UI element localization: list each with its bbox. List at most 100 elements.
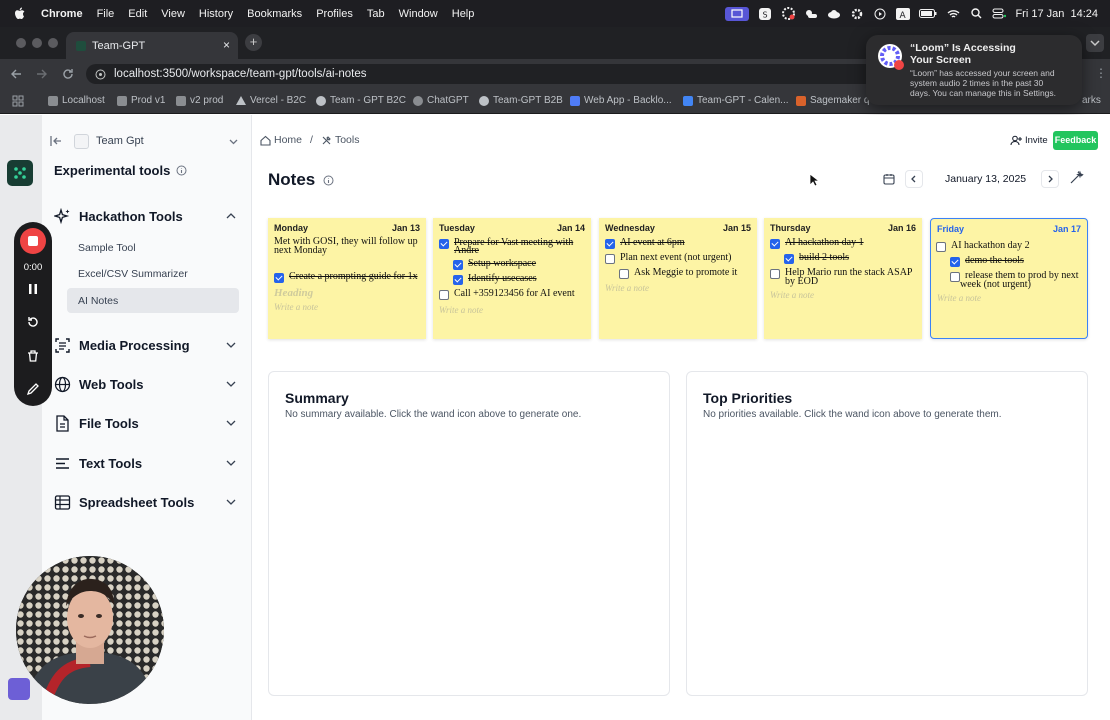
todo-item[interactable]: Call +359123456 for AI event [439,289,585,300]
browser-tab-team-gpt[interactable]: Team-GPT × [66,32,238,59]
menu-window[interactable]: Window [399,8,438,20]
workspace-selector[interactable]: Team Gpt [74,133,244,149]
note-placeholder[interactable]: Write a note [605,283,649,293]
bookmark-localhost[interactable]: Localhost [48,95,105,106]
forward-icon[interactable] [36,68,48,80]
day-note-monday[interactable]: Monday Jan 13 Met with GOSI, they will f… [268,218,426,339]
info-icon[interactable] [176,165,187,176]
group-spreadsheet-tools[interactable]: Spreadsheet Tools [54,493,250,511]
menubar-clock[interactable]: Fri 17 Jan 14:24 [1015,8,1098,20]
note-placeholder[interactable]: Write a note [770,290,814,300]
control-center-icon[interactable] [992,7,1007,21]
checkbox-checked[interactable] [784,254,794,264]
screen-share-icon[interactable] [725,6,750,21]
bookmark-team-gpt-calendar[interactable]: Team-GPT - Calen... [683,95,789,106]
checkbox-unchecked[interactable] [950,272,960,282]
wifi-icon[interactable] [946,7,960,21]
checkbox-checked[interactable] [274,273,284,283]
checkbox-checked[interactable] [605,239,615,249]
sidebar-item-sample-tool[interactable]: Sample Tool [78,242,136,254]
sidebar-item-excel-csv-summarizer[interactable]: Excel/CSV Summarizer [78,268,188,280]
menu-bookmarks[interactable]: Bookmarks [247,8,302,20]
trash-icon[interactable] [26,349,40,363]
breadcrumb-tools[interactable]: Tools [335,134,360,146]
play-icon[interactable] [873,7,887,21]
calendar-icon[interactable] [883,173,895,185]
magic-wand-button[interactable] [1068,170,1086,188]
team-gpt-logo[interactable] [7,160,33,186]
checkbox-unchecked[interactable] [439,290,449,300]
day-note-tuesday[interactable]: Tuesday Jan 14 Prepare for Vast meeting … [433,218,591,339]
todo-subitem[interactable]: Ask Meggie to promote it [619,268,765,279]
group-file-tools[interactable]: File Tools [54,414,250,432]
group-web-tools[interactable]: Web Tools [54,375,250,393]
checkbox-checked[interactable] [453,260,463,270]
pause-icon[interactable] [27,283,39,295]
todo-subitem[interactable]: demo the tools [950,256,1096,267]
menu-app-chrome[interactable]: Chrome [41,8,83,20]
back-icon[interactable] [10,68,22,80]
note-text[interactable]: next Monday [274,246,420,256]
todo-item[interactable]: AI event at 6pm [605,238,751,249]
loom-icon[interactable] [781,7,795,21]
checkbox-checked[interactable] [770,239,780,249]
checkbox-checked[interactable] [453,275,463,285]
todo-subitem[interactable]: Setup workspace [453,259,599,270]
keyboard-input-icon[interactable]: A [896,7,911,21]
bookmark-vercel-b2c[interactable]: Vercel - B2C [236,95,306,106]
todo-item[interactable]: AI hackathon day 2 [936,241,1082,252]
menu-view[interactable]: View [161,8,185,20]
stop-recording-button[interactable] [20,228,46,254]
invite-button[interactable]: Invite [1006,131,1052,150]
next-week-button[interactable] [1041,170,1059,188]
extensions-menu-icon[interactable]: ⋮ [1095,66,1107,80]
weather-icon[interactable] [804,7,818,21]
bookmark-sagemaker[interactable]: Sagemaker q [796,95,869,106]
breadcrumb-home[interactable]: Home [274,134,302,146]
loom-screen-access-notification[interactable]: “Loom” Is Accessing Your Screen “Loom” h… [866,35,1082,105]
menu-tab[interactable]: Tab [367,8,385,20]
info-icon[interactable] [323,175,334,186]
todo-subitem[interactable]: build 2 tools [784,253,930,264]
user-avatar[interactable] [8,678,30,700]
group-media-processing[interactable]: Media Processing [54,336,250,354]
checkbox-unchecked[interactable] [770,269,780,279]
draw-pen-icon[interactable] [26,382,40,396]
day-note-thursday[interactable]: Thursday Jan 16 AI hackathon day 1 build… [764,218,922,339]
menu-history[interactable]: History [199,8,233,20]
collapse-sidebar-icon[interactable] [50,135,62,147]
url-text[interactable]: localhost:3500/workspace/team-gpt/tools/… [114,68,367,80]
new-tab-button[interactable]: + [245,34,262,51]
previous-week-button[interactable] [905,170,923,188]
checkbox-checked[interactable] [439,239,449,249]
day-note-friday[interactable]: Friday Jan 17 AI hackathon day 2 demo th… [930,218,1088,339]
todo-item[interactable]: Plan next event (not urgent) [605,253,751,264]
apple-icon[interactable] [14,7,25,20]
restart-icon[interactable] [26,315,40,329]
checkbox-unchecked[interactable] [619,269,629,279]
apps-grid-icon[interactable] [12,95,24,107]
address-bar[interactable]: localhost:3500/workspace/team-gpt/tools/… [86,64,886,84]
menu-help[interactable]: Help [452,8,475,20]
window-zoom-button[interactable] [48,38,58,48]
checkbox-checked[interactable] [950,257,960,267]
todo-item[interactable]: Create a prompting guide for 1x [274,272,420,283]
search-icon[interactable] [969,7,983,21]
note-placeholder[interactable]: Write a note [937,293,981,303]
webcam-bubble[interactable] [16,556,164,704]
window-close-button[interactable] [16,38,26,48]
bookmark-other[interactable]: arks [1082,95,1101,106]
bookmark-v2-prod[interactable]: v2 prod [176,95,223,106]
settings-icon[interactable] [850,7,864,21]
note-placeholder[interactable]: Write a note [439,305,483,315]
group-hackathon-tools[interactable]: Hackathon Tools [54,207,250,225]
todo-item[interactable]: AI hackathon day 1 [770,238,916,249]
bookmark-prod-v1[interactable]: Prod v1 [117,95,165,106]
tab-close-icon[interactable]: × [223,38,230,52]
menu-profiles[interactable]: Profiles [316,8,353,20]
tab-search-button[interactable] [1086,34,1104,52]
note-placeholder[interactable]: Write a note [274,302,318,312]
checkbox-unchecked[interactable] [605,254,615,264]
battery-icon[interactable] [919,7,937,21]
bookmark-web-app-backlog[interactable]: Web App - Backlo... [570,95,672,106]
